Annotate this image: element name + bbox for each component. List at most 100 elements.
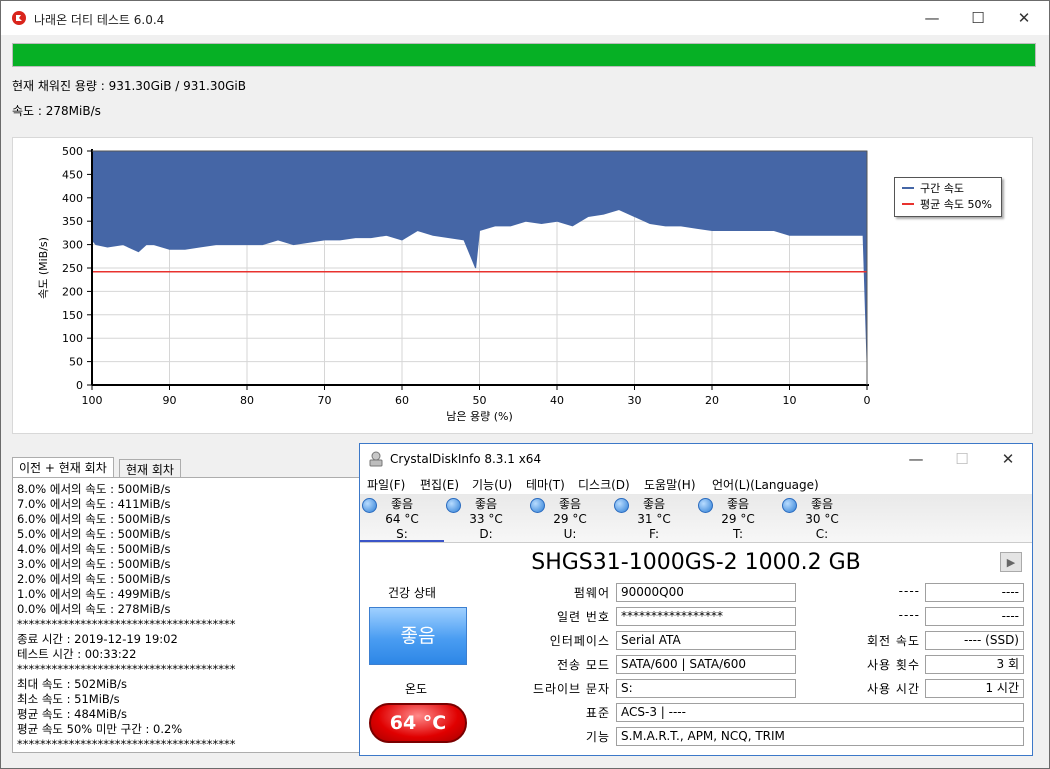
log-line: ************************************** xyxy=(17,662,236,676)
next-disk-button[interactable]: ▶ xyxy=(1000,552,1022,572)
tab-current-label: 현재 회차 xyxy=(126,463,174,477)
drive-letter: T: xyxy=(732,527,744,541)
drive-temp: 31 °C xyxy=(637,512,671,526)
log-line: 3.0% 에서의 속도 : 500MiB/s xyxy=(17,557,171,571)
cdi-menu-bar: 파일(F) 편집(E) 기능(U) 테마(T) 디스크(D) 도움말(H) 언어… xyxy=(360,474,1032,494)
log-line: 최대 속도 : 502MiB/s xyxy=(17,677,127,691)
serial-field: ***************** xyxy=(616,607,796,626)
menu-language[interactable]: 언어(L)(Language) xyxy=(712,476,819,493)
rotation-field: ---- (SSD) xyxy=(925,631,1024,650)
drive-temp: 30 °C xyxy=(805,512,839,526)
legend-swatch-red xyxy=(902,203,914,205)
cdi-close-button[interactable]: ✕ xyxy=(985,444,1031,474)
temperature-value: 64 °C xyxy=(389,712,447,734)
y-tick-label: 450 xyxy=(62,168,83,181)
temperature-button[interactable]: 64 °C xyxy=(369,703,467,743)
cdi-minimize-button[interactable]: — xyxy=(893,444,939,474)
log-line: 5.0% 에서의 속도 : 500MiB/s xyxy=(17,527,171,541)
transfer-mode-field: SATA/600 | SATA/600 xyxy=(616,655,796,674)
blank-label-1: ---- xyxy=(898,584,920,598)
y-tick-label: 400 xyxy=(62,192,83,205)
y-tick-label: 50 xyxy=(69,356,83,369)
drive-status: 좋음 xyxy=(726,497,750,511)
y-tick-label: 200 xyxy=(62,285,83,298)
x-tick-label: 20 xyxy=(705,394,719,407)
menu-file[interactable]: 파일(F) xyxy=(367,476,405,493)
interface-label: 인터페이스 xyxy=(549,634,610,648)
close-icon: ✕ xyxy=(1001,450,1015,468)
x-tick-label: 30 xyxy=(628,394,642,407)
y-tick-label: 500 xyxy=(62,145,83,158)
x-tick-label: 90 xyxy=(163,394,177,407)
log-line: 4.0% 에서의 속도 : 500MiB/s xyxy=(17,542,171,556)
drive-letter: D: xyxy=(479,527,493,541)
x-tick-label: 70 xyxy=(318,394,332,407)
log-line: 2.0% 에서의 속도 : 500MiB/s xyxy=(17,572,171,586)
tab-previous-current[interactable]: 이전 + 현재 회차 xyxy=(12,457,114,478)
drive-letter: S: xyxy=(396,527,408,541)
cdi-maximize-button[interactable]: ☐ xyxy=(939,444,985,474)
y-tick-label: 100 xyxy=(62,332,83,345)
x-tick-label: 40 xyxy=(550,394,564,407)
menu-edit[interactable]: 편집(E) xyxy=(420,476,459,493)
drive-temp: 29 °C xyxy=(553,512,587,526)
log-line: 종료 시간 : 2019-12-19 19:02 xyxy=(17,632,178,646)
x-axis-title: 남은 용량 (%) xyxy=(446,410,513,423)
menu-theme[interactable]: 테마(T) xyxy=(526,476,565,493)
disk-name-title: SHGS31-1000GS-2 1000.2 GB xyxy=(531,550,861,575)
health-status-button[interactable]: 좋음 xyxy=(369,607,467,665)
features-label: 기능 xyxy=(585,730,610,744)
drive-letter-field: S: xyxy=(616,679,796,698)
y-tick-label: 300 xyxy=(62,239,83,252)
menu-function[interactable]: 기능(U) xyxy=(472,476,512,493)
y-tick-label: 150 xyxy=(62,309,83,322)
drive-item[interactable]: 좋음 29 °C T: xyxy=(696,495,780,541)
menu-help[interactable]: 도움말(H) xyxy=(644,476,696,493)
tab-current[interactable]: 현재 회차 xyxy=(119,459,181,479)
log-line: 0.0% 에서의 속도 : 278MiB/s xyxy=(17,602,171,616)
temperature-label: 온도 xyxy=(405,682,428,696)
log-line: 평균 속도 50% 미만 구간 : 0.2% xyxy=(17,722,183,736)
selected-drive-indicator xyxy=(360,540,444,542)
drive-item[interactable]: 좋음 33 °C D: xyxy=(444,495,528,541)
drive-status: 좋음 xyxy=(390,497,414,511)
minimize-icon: — xyxy=(908,450,924,468)
x-tick-label: 50 xyxy=(473,394,487,407)
blank-field-2: ---- xyxy=(925,607,1024,626)
cdi-app-icon xyxy=(368,451,384,470)
result-log[interactable]: 8.0% 에서의 속도 : 500MiB/s 7.0% 에서의 속도 : 411M… xyxy=(12,477,362,753)
legend-swatch-blue xyxy=(902,187,914,189)
power-count-label: 사용 횟수 xyxy=(867,658,920,672)
transfer-mode-label: 전송 모드 xyxy=(557,658,610,672)
drive-letter: C: xyxy=(815,527,829,541)
log-line: 1.0% 에서의 속도 : 499MiB/s xyxy=(17,587,171,601)
drive-item[interactable]: 좋음 29 °C U: xyxy=(528,495,612,541)
x-tick-label: 60 xyxy=(395,394,409,407)
log-line: 6.0% 에서의 속도 : 500MiB/s xyxy=(17,512,171,526)
log-line: 7.0% 에서의 속도 : 411MiB/s xyxy=(17,497,171,511)
x-tick-label: 80 xyxy=(240,394,254,407)
chart-legend: 구간 속도 평균 속도 50% xyxy=(894,177,1002,217)
cdi-title-bar[interactable]: CrystalDiskInfo 8.3.1 x64 — ☐ ✕ xyxy=(360,444,1032,474)
drive-letter: U: xyxy=(563,527,577,541)
menu-disk[interactable]: 디스크(D) xyxy=(578,476,630,493)
firmware-field: 90000Q00 xyxy=(616,583,796,602)
y-tick-label: 0 xyxy=(76,379,83,392)
drive-item[interactable]: 좋음 64 °C S: xyxy=(360,495,444,541)
blank-label-2: ---- xyxy=(898,608,920,622)
x-tick-label: 10 xyxy=(783,394,797,407)
y-tick-label: 250 xyxy=(62,262,83,275)
speed-chart: 500450400350300250200150100500100 90 80 70 6… xyxy=(37,145,871,423)
y-tick-label: 350 xyxy=(62,215,83,228)
drive-item[interactable]: 좋음 31 °C F: xyxy=(612,495,696,541)
rotation-label: 회전 속도 xyxy=(867,634,920,648)
serial-label: 일련 번호 xyxy=(557,610,610,624)
health-status-label: 건강 상태 xyxy=(388,586,436,600)
drive-temp: 64 °C xyxy=(385,512,419,526)
drive-selector-bar: 좋음 64 °C S: 좋음 33 °C D: 좋음 29 °C U: 좋음 31 °C F: 좋음 29… xyxy=(360,494,1032,543)
drive-item[interactable]: 좋음 30 °C C: xyxy=(780,495,864,541)
features-field: S.M.A.R.T., APM, NCQ, TRIM xyxy=(616,727,1024,746)
drive-status: 좋음 xyxy=(474,497,498,511)
standard-field: ACS-3 | ---- xyxy=(616,703,1024,722)
crystaldiskinfo-window: CrystalDiskInfo 8.3.1 x64 — ☐ ✕ 파일(F) 편집… xyxy=(359,443,1033,756)
